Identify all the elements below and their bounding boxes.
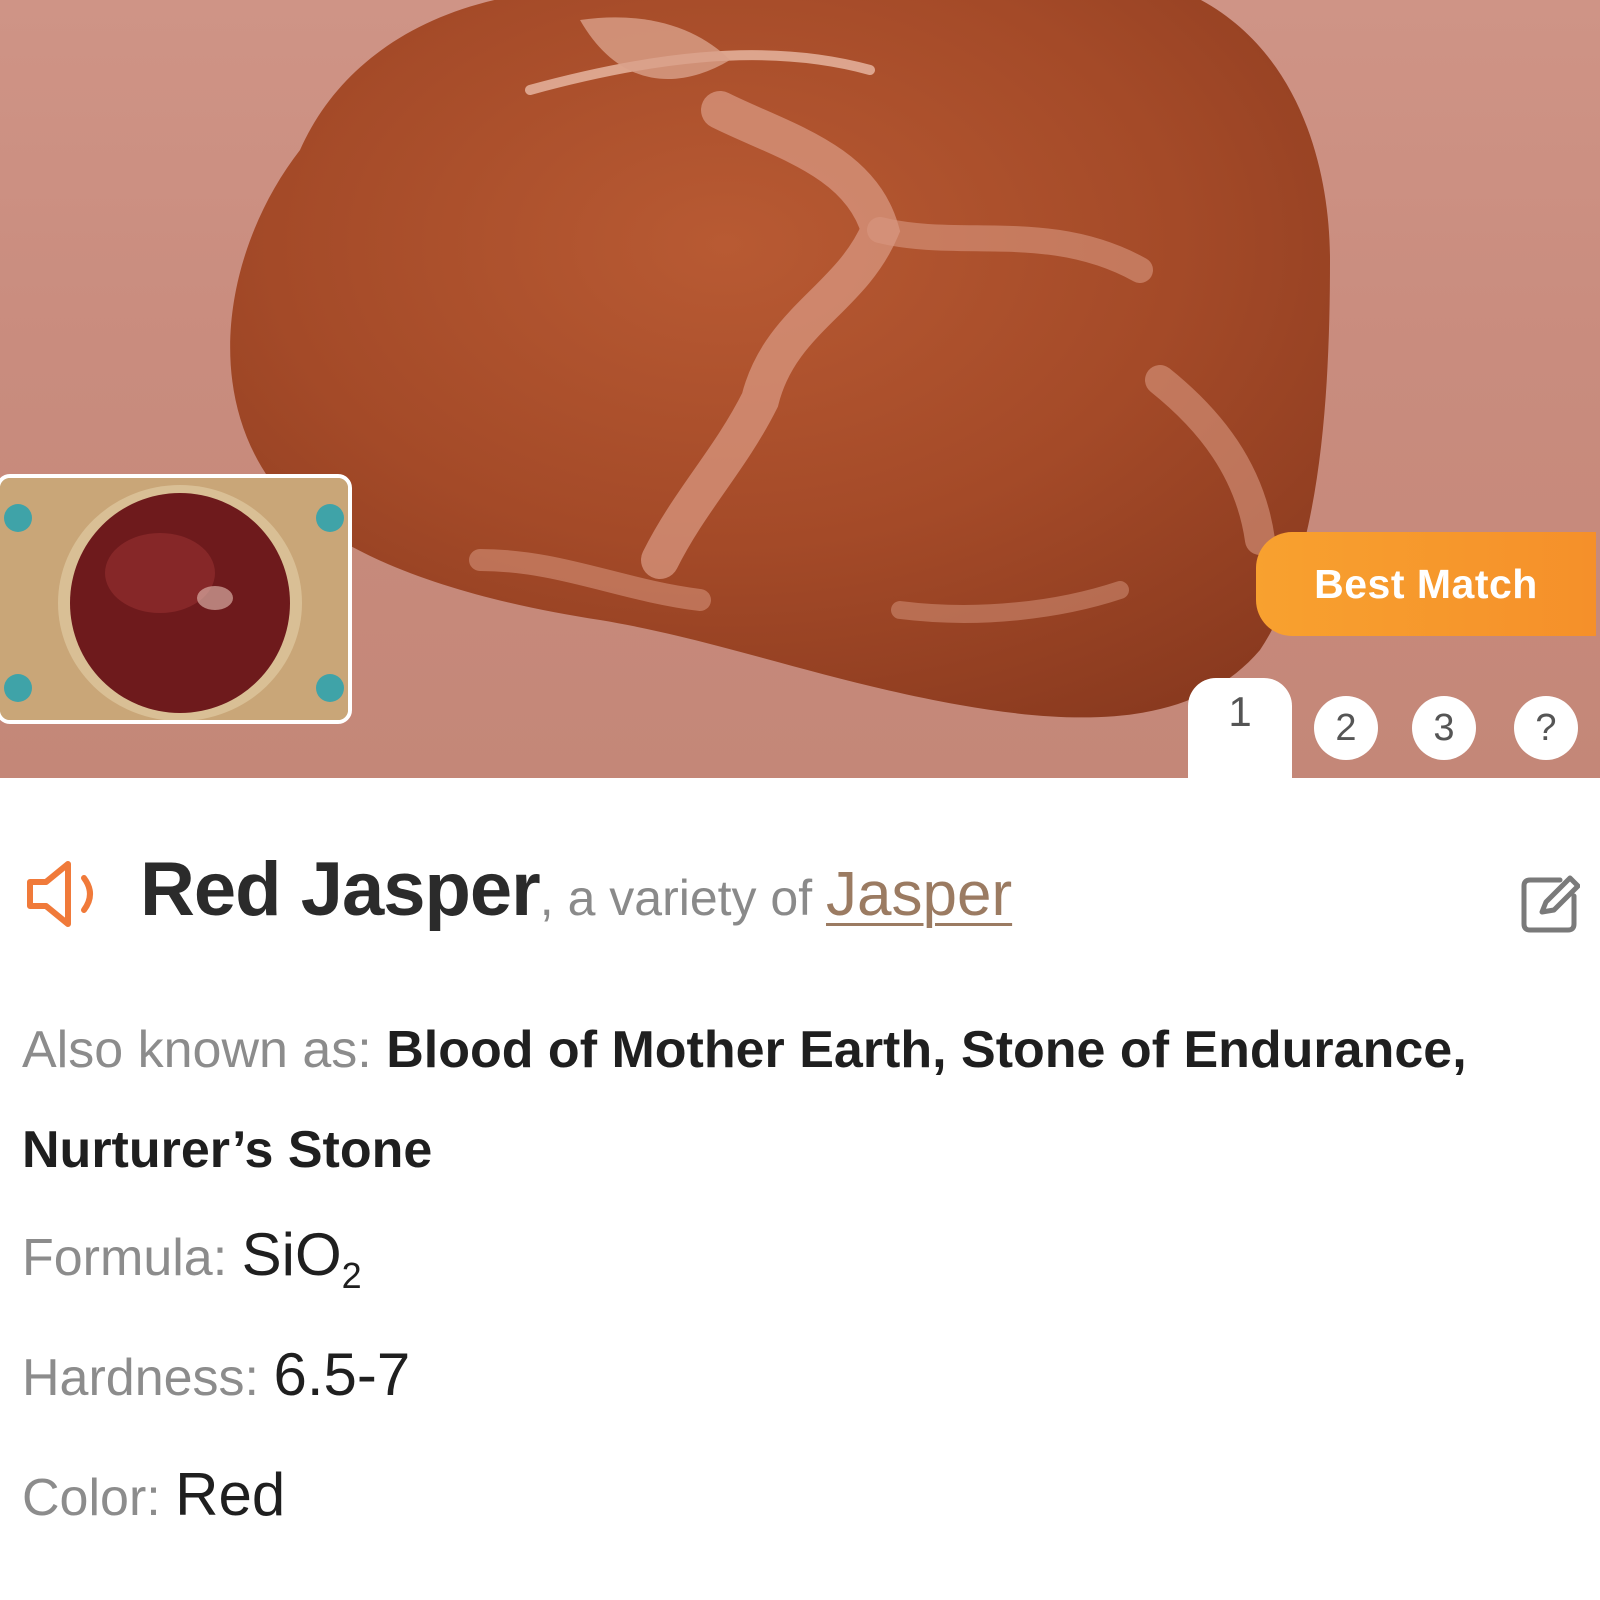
formula-subscript: 2 [341, 1255, 362, 1296]
hardness-label: Hardness: [22, 1349, 274, 1407]
color-label: Color: [22, 1469, 176, 1527]
color-value: Red [175, 1461, 286, 1528]
color-field: Color: Red [22, 1445, 285, 1548]
edit-icon[interactable] [1520, 874, 1581, 939]
result-title: Red Jasper, a variety of Jasper [140, 846, 1012, 933]
tab-1-label: 1 [1228, 688, 1252, 735]
also-known-as-field: Also known as: Blood of Mother Earth, St… [22, 1000, 1522, 1200]
title-row: Red Jasper, a variety of Jasper [22, 840, 1582, 950]
formula-label: Formula: [22, 1229, 242, 1287]
tab-unknown[interactable]: ? [1514, 696, 1578, 760]
parent-mineral-link[interactable]: Jasper [826, 860, 1012, 929]
formula-main: SiO [241, 1221, 342, 1288]
best-match-badge: Best Match [1256, 532, 1596, 636]
speaker-icon[interactable] [22, 858, 114, 935]
hardness-field: Hardness: 6.5-7 [22, 1325, 410, 1428]
hardness-value: 6.5-7 [273, 1341, 411, 1408]
formula-value: SiO2 [241, 1221, 362, 1296]
hero-image: Best Match [0, 0, 1600, 778]
thumbnail-photo[interactable] [0, 474, 352, 724]
formula-field: Formula: SiO2 [22, 1205, 362, 1326]
title-comma: , [539, 870, 554, 926]
pendant-image [0, 478, 348, 720]
variety-text: a variety of [553, 870, 827, 926]
tab-2[interactable]: 2 [1314, 696, 1378, 760]
result-details: Red Jasper, a variety of Jasper Also kno… [22, 840, 1582, 1528]
tab-3[interactable]: 3 [1412, 696, 1476, 760]
stone-name: Red Jasper [140, 847, 541, 932]
aka-label: Also known as: [22, 1021, 387, 1079]
